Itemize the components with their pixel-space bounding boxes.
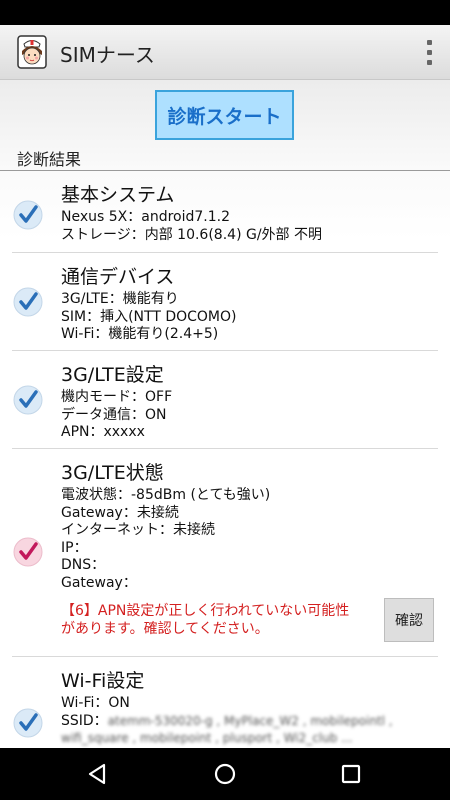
- section-details: 3G/LTE：機能有り SIM：挿入(NTT DOCOMO) Wi-Fi：機能有…: [61, 291, 237, 344]
- detail-line: Gateway：未接続: [61, 504, 179, 521]
- detail-line: インターネット：未接続: [61, 522, 215, 538]
- detail-line: IP：: [61, 539, 88, 556]
- ssid-label: SSID：: [61, 712, 108, 729]
- more-vert-icon[interactable]: [420, 37, 438, 67]
- detail-line: 電波状態：-85dBm (とても強い): [61, 487, 271, 503]
- section-title: 通信デバイス: [61, 266, 175, 288]
- section-title: Wi-Fi設定: [61, 670, 145, 692]
- section-title: 3G/LTE設定: [61, 364, 164, 386]
- detail-line: 機内モード：OFF: [61, 389, 173, 405]
- section-details: 電波状態：-85dBm (とても強い) Gateway：未接続 インターネット：…: [61, 487, 270, 592]
- check-ok-icon: [13, 200, 43, 230]
- section-details: Nexus 5X：android7.1.2 ストレージ：内部 10.6(8.4)…: [61, 209, 322, 244]
- start-diagnosis-button[interactable]: 診断スタート: [155, 90, 294, 140]
- section-comm-device: 通信デバイス 3G/LTE：機能有り SIM：挿入(NTT DOCOMO) Wi…: [0, 253, 450, 351]
- detail-line: Wi-Fi：ON: [61, 695, 130, 711]
- section-title: 基本システム: [61, 184, 175, 206]
- section-basic-system: 基本システム Nexus 5X：android7.1.2 ストレージ：内部 10…: [0, 171, 450, 253]
- recents-square-icon[interactable]: [337, 760, 365, 788]
- app-title: SIMナース: [60, 43, 155, 67]
- detail-line: 3G/LTE：機能有り: [61, 291, 179, 307]
- detail-line: SIM：挿入(NTT DOCOMO): [61, 308, 237, 325]
- main-content[interactable]: 診断スタート 診断結果 基本システム Nexus 5X：android7.1.2…: [0, 80, 450, 748]
- home-circle-icon[interactable]: [211, 760, 239, 788]
- detail-line: Gateway：: [61, 574, 137, 591]
- check-ok-icon: [13, 287, 43, 317]
- back-triangle-icon[interactable]: [84, 760, 112, 788]
- warning-line: があります。確認してください。: [61, 621, 269, 637]
- results-heading: 診断結果: [17, 150, 82, 169]
- check-ok-icon: [13, 708, 43, 738]
- check-warning-icon: [13, 537, 43, 567]
- section-title: 3G/LTE状態: [61, 462, 164, 484]
- app-bar: SIMナース: [0, 25, 450, 80]
- ssid-list: wifi_square , mobilepoint , plusport , W…: [61, 731, 353, 745]
- section-lte-status: 3G/LTE状態 電波状態：-85dBm (とても強い) Gateway：未接続…: [0, 449, 450, 657]
- detail-line: DNS：: [61, 557, 106, 573]
- check-ok-icon: [13, 385, 43, 415]
- ssid-list: atemm-530020-g , MyPlace_W2 , mobilepoin…: [107, 713, 393, 728]
- detail-line: ストレージ：内部 10.6(8.4) G/外部 不明: [61, 226, 322, 243]
- detail-line: APN：xxxxx: [61, 424, 145, 440]
- nurse-avatar-icon: [17, 35, 47, 69]
- section-wifi-settings: Wi-Fi設定 Wi-Fi：ON SSID： atemm-530020-g , …: [0, 657, 450, 748]
- detail-line: データ通信：ON: [61, 406, 167, 423]
- navigation-bar: [0, 748, 450, 800]
- warning-line: 【6】APN設定が正しく行われていない可能性: [61, 603, 350, 619]
- detail-line: Nexus 5X：android7.1.2: [61, 209, 230, 225]
- section-lte-settings: 3G/LTE設定 機内モード：OFF データ通信：ON APN：xxxxx: [0, 351, 450, 449]
- confirm-button[interactable]: 確認: [384, 598, 434, 642]
- detail-line: Wi-Fi：機能有り(2.4+5): [61, 326, 219, 342]
- status-bar: [0, 0, 450, 25]
- ssid-row: SSID： atemm-530020-g , MyPlace_W2 , mobi…: [61, 713, 393, 731]
- section-details: Wi-Fi：ON SSID： atemm-530020-g , MyPlace_…: [61, 695, 393, 748]
- warning-message: 【6】APN設定が正しく行われていない可能性 があります。確認してください。: [61, 602, 383, 638]
- section-details: 機内モード：OFF データ通信：ON APN：xxxxx: [61, 389, 172, 442]
